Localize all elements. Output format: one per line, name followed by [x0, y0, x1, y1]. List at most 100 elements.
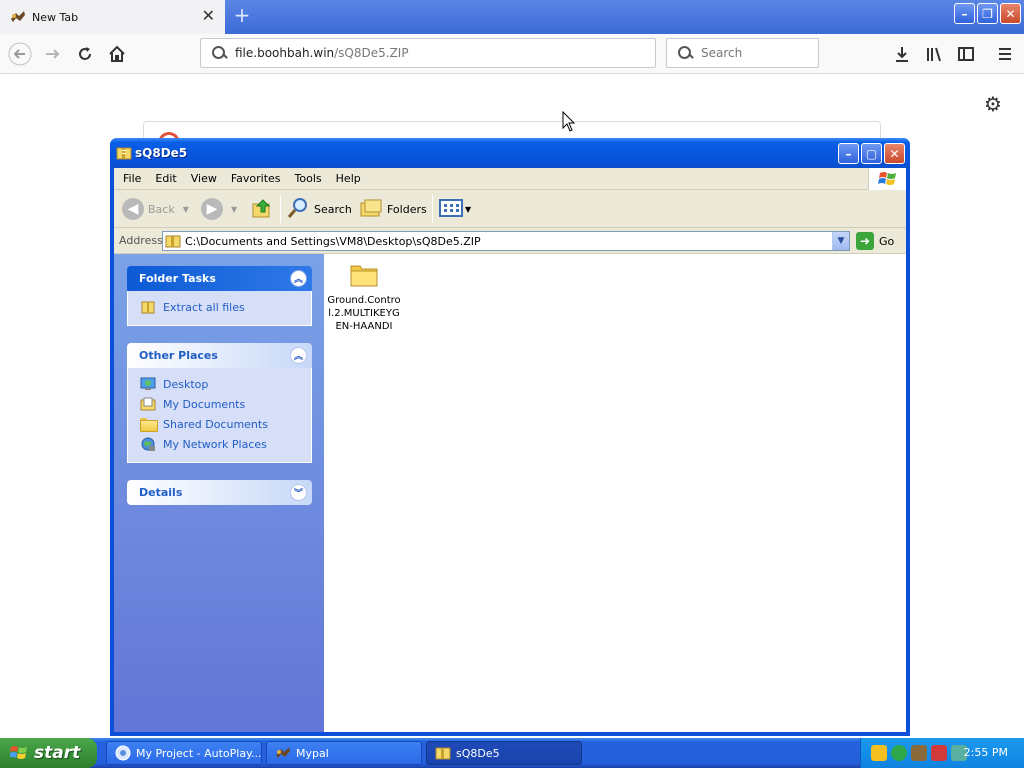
shared-documents-label: Shared Documents	[163, 417, 268, 431]
expand-icon[interactable]: ︾	[290, 484, 307, 501]
search-button[interactable]: Search	[286, 197, 352, 221]
folder-tasks-title: Folder Tasks	[139, 272, 216, 285]
taskbar-item-label: My Project - AutoPlay...	[136, 746, 262, 760]
menu-favorites[interactable]: Favorites	[224, 172, 288, 185]
folders-label: Folders	[387, 202, 427, 216]
up-folder-button[interactable]	[250, 197, 274, 221]
menu-help[interactable]: Help	[329, 172, 368, 185]
menu-edit[interactable]: Edit	[148, 172, 183, 185]
menu-icon[interactable]	[993, 42, 1017, 66]
library-icon[interactable]	[922, 42, 946, 66]
shield-icon[interactable]	[871, 745, 887, 761]
minimize-icon[interactable]: –	[954, 3, 975, 24]
file-list-pane: Ground.Control.2.MULTIKEYGEN-HAANDI	[324, 254, 906, 732]
menu-file[interactable]: File	[114, 172, 148, 185]
task-pane: Folder Tasks ︽ Extract all files Other P…	[114, 254, 324, 732]
my-documents-icon	[140, 396, 156, 412]
minimize-icon[interactable]: –	[838, 143, 859, 164]
browser-tab-bar: New Tab ✕ + – ❐ ✕	[0, 0, 1024, 34]
folder-item-name: Ground.Control.2.MULTIKEYGEN-HAANDI	[327, 295, 401, 332]
folder-icon	[349, 262, 379, 288]
other-places-my-documents[interactable]: My Documents	[140, 394, 311, 414]
back-arrow-icon: ◀	[122, 198, 144, 220]
forward-button[interactable]: ▶ ▼	[201, 197, 237, 221]
maximize-icon[interactable]: ▢	[861, 143, 882, 164]
folder-tasks-header[interactable]: Folder Tasks ︽	[127, 266, 312, 291]
taskbar-item-mypal[interactable]: Mypal	[266, 741, 422, 765]
taskbar-item-label: sQ8De5	[456, 746, 500, 760]
clock: 2:55 PM	[963, 746, 1008, 759]
browser-navigation-bar: file.boohbah.win/sQ8De5.ZIP Search	[0, 34, 1024, 74]
mypal-icon	[275, 745, 291, 761]
back-button[interactable]: ◀ Back ▼	[122, 197, 189, 221]
url-bar[interactable]: file.boohbah.win/sQ8De5.ZIP	[200, 38, 656, 68]
search-label: Search	[314, 202, 352, 216]
zip-folder-icon	[165, 234, 181, 248]
chevron-down-icon[interactable]: ▼	[832, 232, 849, 250]
home-icon[interactable]	[105, 42, 129, 66]
menu-view[interactable]: View	[184, 172, 224, 185]
go-button[interactable]: ➜ Go	[856, 232, 894, 250]
start-button[interactable]: start	[0, 738, 97, 768]
url-text: file.boohbah.win/sQ8De5.ZIP	[235, 46, 409, 60]
folder-icon	[140, 416, 158, 432]
my-documents-label: My Documents	[163, 397, 246, 411]
mypal-tray-icon[interactable]	[911, 745, 927, 761]
close-icon[interactable]: ✕	[884, 143, 905, 164]
search-icon	[211, 45, 227, 61]
desktop-icon	[140, 376, 156, 392]
folders-icon	[359, 196, 383, 223]
folders-button[interactable]: Folders	[359, 197, 427, 221]
address-label: Address	[119, 234, 163, 247]
taskbar-item-label: Mypal	[296, 746, 329, 760]
other-places-panel: Other Places ︽ Desktop My Documents Shar…	[127, 343, 312, 463]
collapse-icon[interactable]: ︽	[290, 270, 307, 287]
gear-icon[interactable]: ⚙	[984, 92, 1002, 116]
other-places-header[interactable]: Other Places ︽	[127, 343, 312, 368]
back-arrow-icon[interactable]	[8, 42, 32, 66]
taskbar-item-sq8de5[interactable]: sQ8De5	[426, 741, 582, 765]
extract-all-files-link[interactable]: Extract all files	[140, 297, 311, 317]
network-globe-icon	[140, 436, 156, 452]
other-places-desktop[interactable]: Desktop	[140, 374, 311, 394]
restore-icon[interactable]: ❐	[977, 3, 998, 24]
collapse-icon[interactable]: ︽	[290, 347, 307, 364]
search-placeholder: Search	[701, 46, 743, 60]
close-tab-icon[interactable]: ✕	[202, 8, 215, 24]
system-tray: 2:55 PM	[860, 738, 1024, 768]
chevron-down-icon: ▼	[231, 204, 238, 214]
toolbar-separator	[432, 195, 433, 223]
go-label: Go	[879, 234, 895, 248]
browser-tab-new-tab[interactable]: New Tab ✕	[0, 0, 225, 34]
go-arrow-icon: ➜	[856, 232, 874, 250]
sidebar-icon[interactable]	[954, 42, 978, 66]
desktop-label: Desktop	[163, 377, 209, 391]
address-input[interactable]: C:\Documents and Settings\VM8\Desktop\sQ…	[162, 231, 850, 251]
folder-item[interactable]: Ground.Control.2.MULTIKEYGEN-HAANDI	[326, 262, 402, 333]
search-icon	[677, 45, 693, 61]
explorer-title: sQ8De5	[135, 146, 188, 160]
explorer-title-bar[interactable]: sQ8De5 – ▢ ✕	[110, 138, 910, 168]
search-bar[interactable]: Search	[666, 38, 819, 68]
other-places-shared-documents[interactable]: Shared Documents	[140, 414, 311, 434]
chevron-down-icon: ▼	[182, 204, 189, 214]
taskbar-item-autoplay[interactable]: My Project - AutoPlay...	[106, 741, 262, 765]
views-icon	[439, 198, 463, 221]
menu-tools[interactable]: Tools	[288, 172, 329, 185]
forward-arrow-icon[interactable]	[41, 42, 65, 66]
search-icon	[286, 196, 310, 223]
other-places-my-network-places[interactable]: My Network Places	[140, 434, 311, 454]
taskbar: start My Project - AutoPlay... Mypal sQ8…	[0, 738, 1024, 768]
download-icon[interactable]	[890, 42, 914, 66]
views-button[interactable]: ▼	[439, 197, 471, 221]
explorer-toolbar: ◀ Back ▼ ▶ ▼ Search Folders ▼	[114, 190, 906, 228]
close-icon[interactable]: ✕	[1000, 3, 1021, 24]
security-alert-icon[interactable]	[931, 745, 947, 761]
address-value: C:\Documents and Settings\VM8\Desktop\sQ…	[185, 234, 481, 248]
new-tab-button[interactable]: +	[230, 4, 254, 28]
reload-icon[interactable]	[73, 42, 97, 66]
url-host: file.boohbah.win	[235, 46, 335, 60]
utorrent-icon[interactable]	[891, 745, 907, 761]
explorer-window: sQ8De5 – ▢ ✕ File Edit View Favorites To…	[110, 138, 910, 736]
details-header[interactable]: Details ︾	[127, 480, 312, 505]
